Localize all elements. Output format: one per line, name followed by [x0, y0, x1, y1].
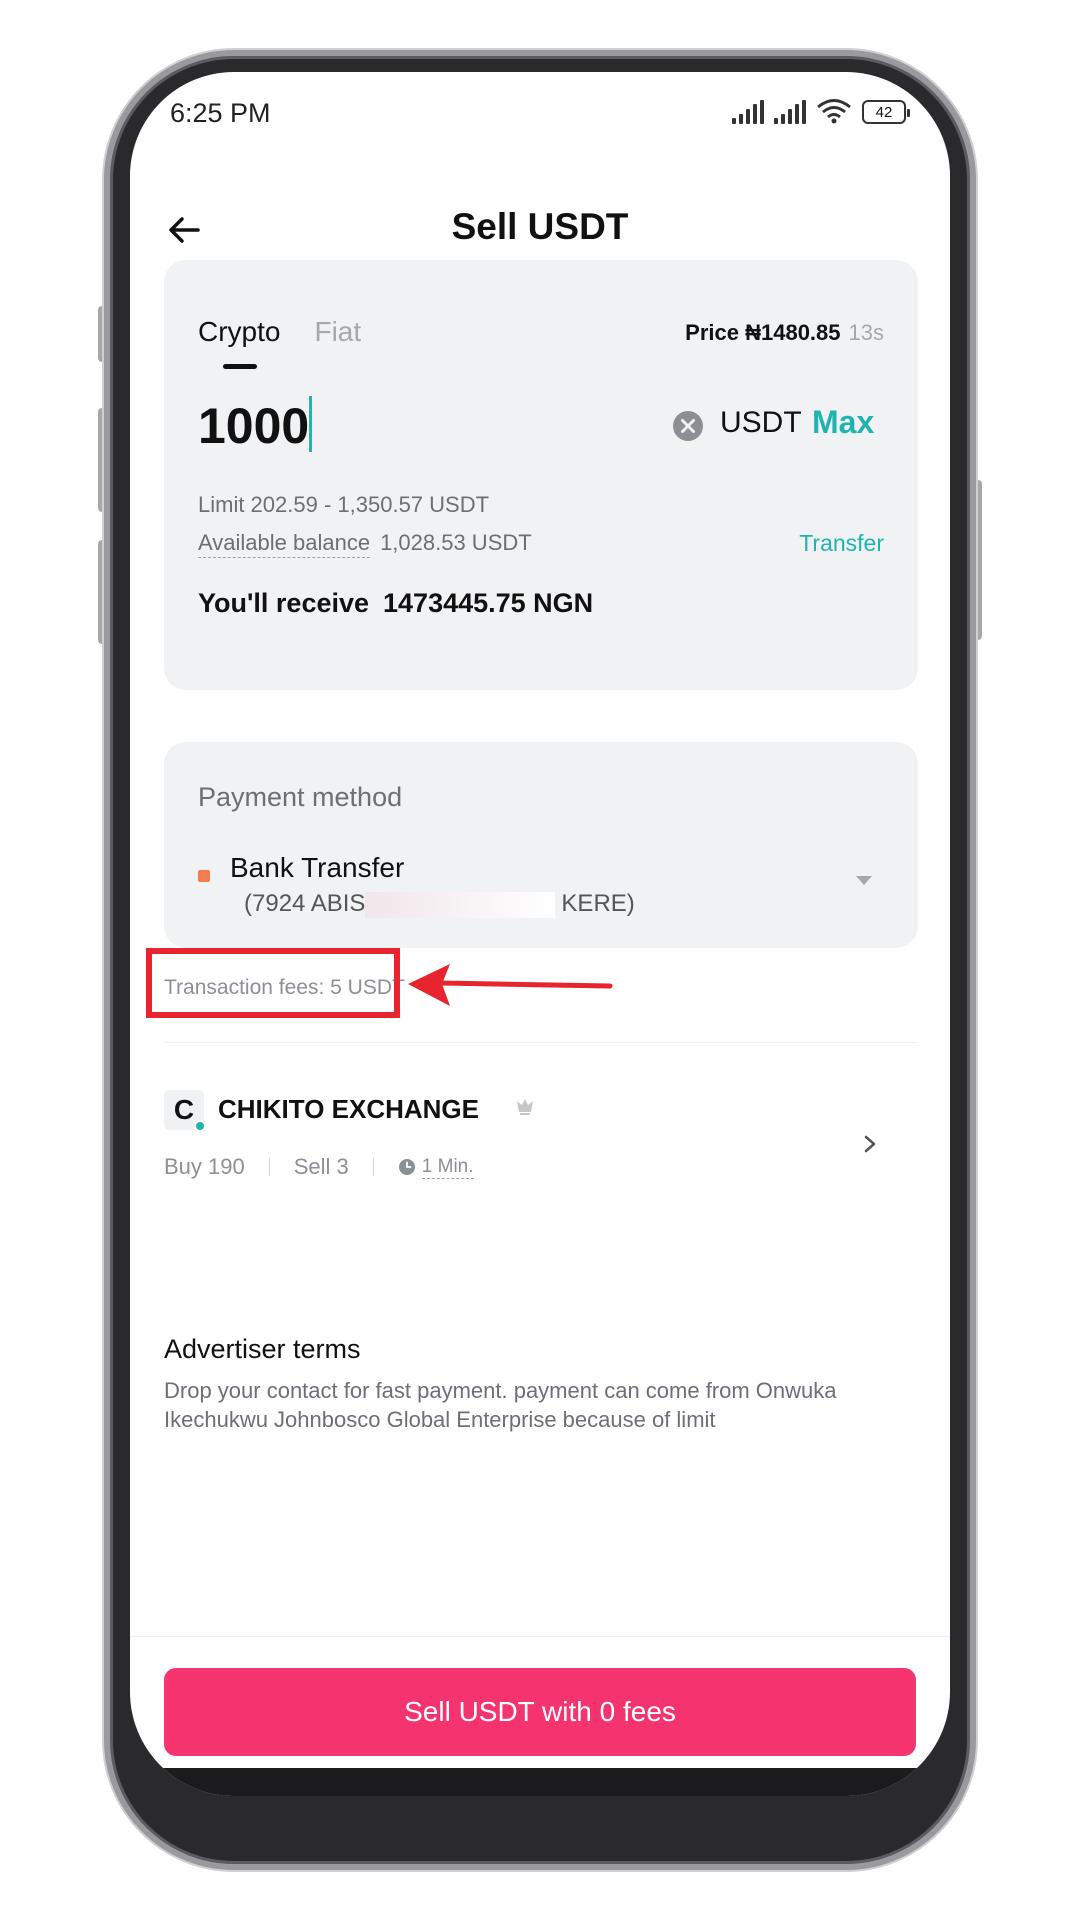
account-suffix: KERE) [561, 890, 635, 917]
merchant-stats: Buy 190 Sell 3 1 Min. [164, 1154, 474, 1180]
redacted-account-block [365, 891, 556, 918]
price-label: Price ₦1480.85 [685, 320, 841, 345]
tab-fiat[interactable]: Fiat [314, 316, 361, 348]
merchant-sell-count: Sell 3 [293, 1154, 349, 1179]
payment-method-label: Payment method [198, 782, 403, 812]
balance-value: 1,028.53 USDT [380, 530, 532, 555]
verified-badge-icon [517, 1099, 533, 1115]
header: Sell USDT [130, 192, 950, 268]
sell-usdt-button[interactable]: Sell USDT with 0 fees [164, 1668, 916, 1756]
amount-input[interactable] [198, 392, 518, 460]
receive-row: You'll receive 1473445.75 NGN [198, 588, 593, 619]
price-display: Price ₦1480.85 13s [685, 320, 884, 346]
clear-icon[interactable] [672, 410, 704, 442]
status-time: 6:25 PM [170, 98, 271, 128]
payment-method-selector[interactable]: Payment method Bank Transfer (7924 ABIS K… [164, 742, 918, 948]
unit-label: USDT [720, 406, 802, 439]
signal-icon [732, 100, 764, 124]
currency-tabs: Crypto Fiat [198, 316, 361, 369]
advertiser-terms-body: Drop your contact for fast payment. paym… [164, 1378, 837, 1432]
bank-color-icon [198, 870, 210, 882]
advertiser-terms-title: Advertiser terms [164, 1334, 361, 1364]
text-caret [309, 396, 312, 452]
stat-separator [372, 1158, 374, 1176]
annotation-arrow-icon [408, 964, 613, 1006]
screenshot-stage: 6:25 PM 42 Sell USDT Crypto Fiat Price ₦… [0, 0, 1080, 1920]
payment-method-name: Bank Transfer [230, 852, 405, 883]
receive-label: You'll receive [198, 588, 370, 618]
chevron-right-icon [864, 1135, 876, 1153]
merchant-buy-count: Buy 190 [164, 1154, 245, 1179]
merchant-row[interactable]: C CHIKITO EXCHANGE Buy 190 Sell 3 1 Min. [164, 1090, 918, 1240]
balance-label[interactable]: Available balance [198, 530, 371, 558]
limit-text: Limit 202.59 - 1,350.57 USDT [198, 492, 490, 517]
chevron-down-icon [856, 876, 872, 885]
avatar-letter: C [173, 1094, 195, 1125]
stat-separator [268, 1158, 270, 1176]
balance-row: Available balance 1,028.53 USDT Transfer [198, 530, 884, 558]
page-title: Sell USDT [451, 206, 629, 247]
bottom-separator [130, 1636, 950, 1637]
battery-icon: 42 [862, 100, 910, 124]
account-prefix: (7924 ABIS [244, 890, 366, 917]
system-navigation-bar [130, 1768, 950, 1796]
phone-screen: 6:25 PM 42 Sell USDT Crypto Fiat Price ₦… [130, 72, 950, 1796]
transfer-link[interactable]: Transfer [799, 530, 884, 557]
merchant-avatar: C [164, 1090, 206, 1132]
clock-icon [398, 1159, 415, 1175]
section-divider [164, 1042, 918, 1043]
amount-card: Crypto Fiat Price ₦1480.85 13s USDT Max L… [164, 260, 918, 690]
max-button[interactable]: Max [812, 404, 874, 441]
wifi-icon [817, 99, 851, 124]
online-status-dot [194, 1120, 206, 1132]
annotation-highlight-box [146, 948, 400, 1018]
merchant-release-time[interactable]: 1 Min. [421, 1156, 474, 1179]
payment-account: (7924 ABIS KERE) [244, 890, 635, 918]
status-bar: 6:25 PM 42 [130, 72, 950, 152]
merchant-name: CHIKITO EXCHANGE [218, 1094, 479, 1124]
status-icons: 42 [732, 98, 910, 124]
price-countdown: 13s [848, 320, 884, 345]
signal-icon [774, 100, 806, 124]
receive-value: 1473445.75 NGN [383, 588, 594, 618]
tab-crypto[interactable]: Crypto [198, 316, 280, 369]
